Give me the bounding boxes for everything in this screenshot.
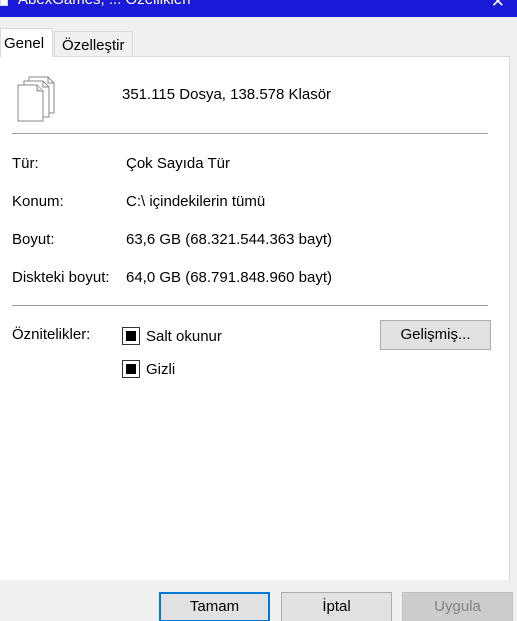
attributes-label: Öznitelikler: xyxy=(12,326,91,343)
readonly-checkbox[interactable] xyxy=(122,327,140,345)
size-on-disk-label: Diskteki boyut: xyxy=(12,269,110,286)
tab-ozellestir[interactable]: Özelleştir xyxy=(54,31,133,57)
title-bar[interactable]: AbexGames, ... Özellikleri ✕ xyxy=(0,0,517,17)
size-value: 63,6 GB (68.321.544.363 bayt) xyxy=(126,231,332,248)
size-label: Boyut: xyxy=(12,231,55,248)
cancel-button[interactable]: İptal xyxy=(281,592,392,621)
hidden-checkbox[interactable] xyxy=(122,360,140,378)
general-tab-panel xyxy=(0,56,510,580)
separator xyxy=(12,133,488,134)
ok-button[interactable]: Tamam xyxy=(159,592,270,621)
size-on-disk-value: 64,0 GB (68.791.848.960 bayt) xyxy=(126,269,332,286)
location-label: Konum: xyxy=(12,193,64,210)
window-title: AbexGames, ... Özellikleri xyxy=(18,0,191,8)
readonly-label[interactable]: Salt okunur xyxy=(146,328,222,345)
close-icon[interactable]: ✕ xyxy=(491,0,505,12)
hidden-label[interactable]: Gizli xyxy=(146,361,175,378)
advanced-button[interactable]: Gelişmiş... xyxy=(380,320,491,350)
tab-genel[interactable]: Genel xyxy=(0,28,53,57)
files-stack-icon xyxy=(17,76,55,122)
selection-summary: 351.115 Dosya, 138.578 Klasör xyxy=(122,86,332,103)
folder-icon xyxy=(0,0,8,6)
location-value: C:\ içindekilerin tümü xyxy=(126,193,266,210)
type-label: Tür: xyxy=(12,155,39,172)
apply-button[interactable]: Uygula xyxy=(402,592,513,621)
type-value: Çok Sayıda Tür xyxy=(126,155,230,172)
separator xyxy=(12,305,488,306)
